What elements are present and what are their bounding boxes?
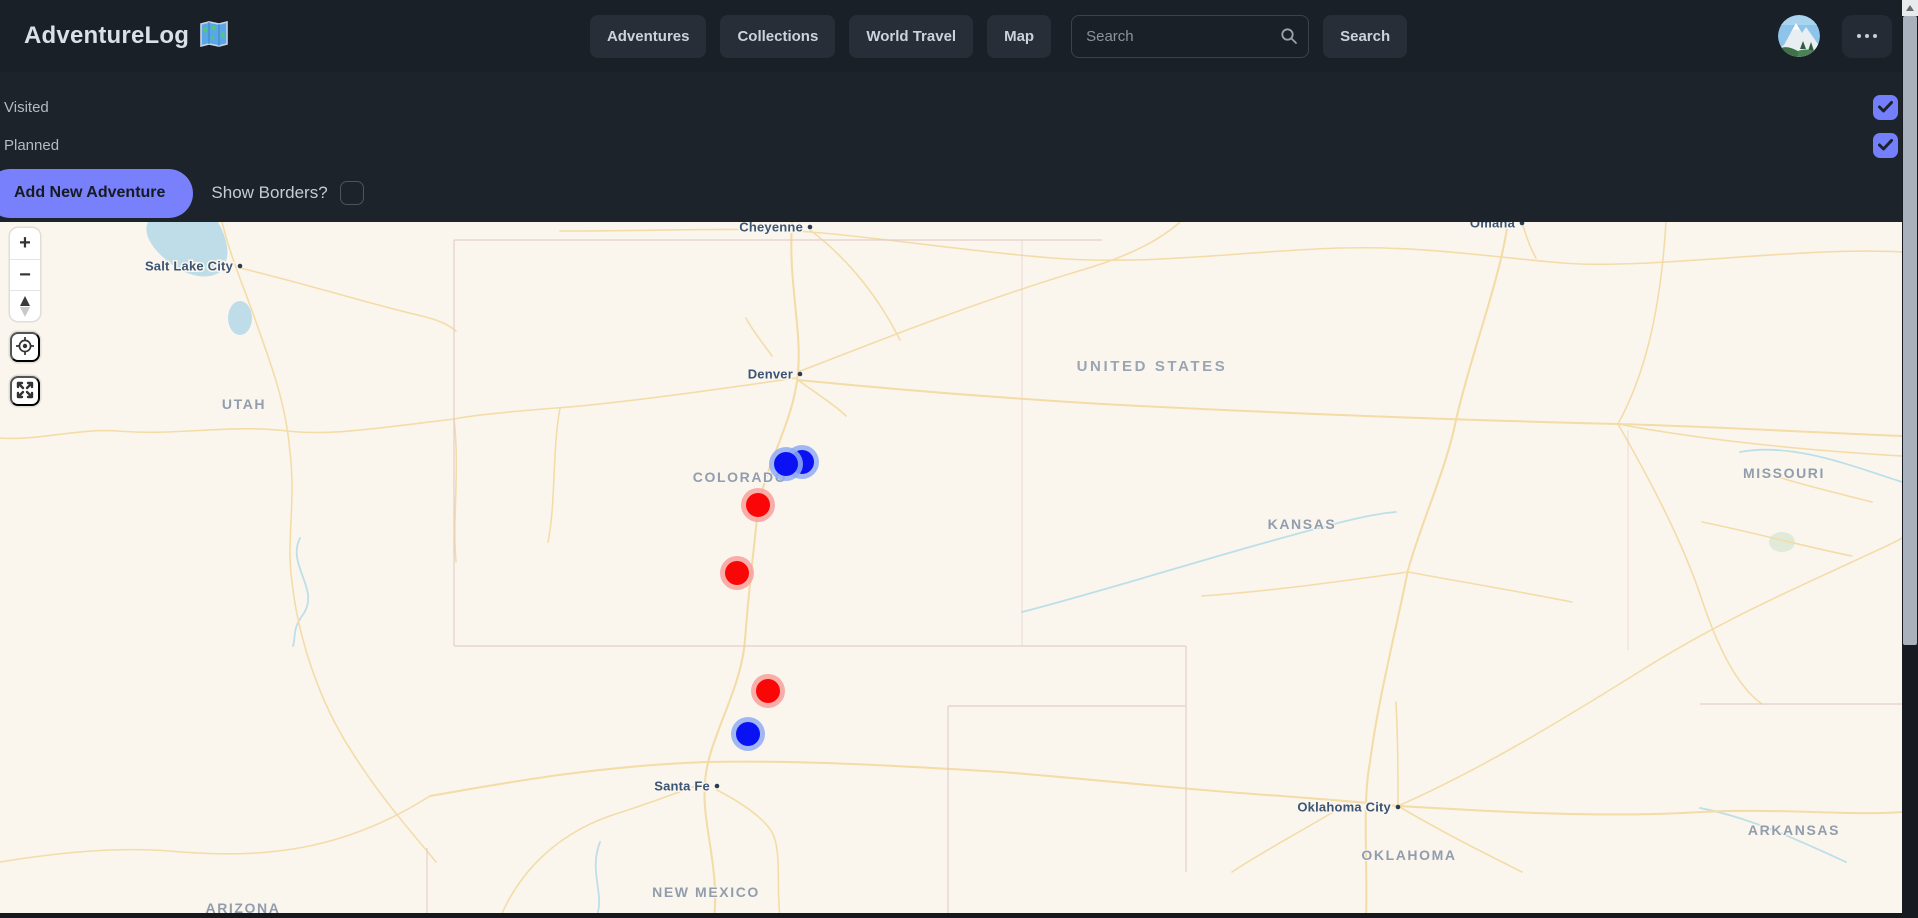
zoom-out-button[interactable]: − xyxy=(10,259,40,290)
adventure-marker-visited[interactable] xyxy=(720,556,754,590)
visited-label: Visited xyxy=(4,99,49,116)
show-borders-label: Show Borders? xyxy=(211,183,327,203)
nav-menu: Adventures Collections World Travel Map Sea… xyxy=(590,15,1407,58)
world-map-emoji-icon xyxy=(199,21,229,52)
filter-panel: Visited Planned Add New Adventure Show B… xyxy=(0,72,1918,222)
marker-layer xyxy=(0,222,1902,913)
search-button[interactable]: Search xyxy=(1323,15,1407,58)
checkmark-icon xyxy=(1878,139,1893,151)
ellipsis-icon xyxy=(1857,34,1877,38)
map-actions-row: Add New Adventure Show Borders? xyxy=(0,164,1918,222)
checkmark-icon xyxy=(1878,101,1893,113)
more-menu-button[interactable] xyxy=(1842,15,1892,58)
scroll-up-button[interactable] xyxy=(1902,0,1918,16)
fullscreen-button[interactable] xyxy=(10,376,40,406)
adventure-marker-visited[interactable] xyxy=(741,488,775,522)
navbar-search xyxy=(1071,15,1309,58)
visited-filter-row: Visited xyxy=(0,88,1918,126)
brand[interactable]: AdventureLog xyxy=(24,21,229,52)
marker-core xyxy=(756,679,780,703)
geolocate-button[interactable] xyxy=(10,332,40,362)
planned-label: Planned xyxy=(4,137,59,154)
show-borders-checkbox[interactable] xyxy=(340,181,364,205)
marker-core xyxy=(774,452,798,476)
visited-checkbox[interactable] xyxy=(1873,95,1898,120)
navbar-right xyxy=(1778,15,1892,58)
marker-core xyxy=(736,722,760,746)
marker-core xyxy=(746,493,770,517)
adventure-marker-planned[interactable] xyxy=(731,717,765,751)
page-scrollbar[interactable] xyxy=(1902,0,1918,918)
compass-icon xyxy=(19,296,31,317)
adventure-marker-planned[interactable] xyxy=(769,447,803,481)
scrollbar-thumb[interactable] xyxy=(1903,16,1917,645)
nav-item-collections[interactable]: Collections xyxy=(720,15,835,58)
zoom-control-group: + − xyxy=(10,228,40,321)
marker-core xyxy=(725,561,749,585)
nav-item-map[interactable]: Map xyxy=(987,15,1051,58)
nav-item-world-travel[interactable]: World Travel xyxy=(849,15,973,58)
navbar: AdventureLog Adventures Collections World … xyxy=(0,0,1918,72)
avatar[interactable] xyxy=(1778,15,1820,57)
search-input[interactable] xyxy=(1071,15,1309,58)
nav-item-adventures[interactable]: Adventures xyxy=(590,15,707,58)
triangle-up-icon xyxy=(1906,5,1914,11)
zoom-in-button[interactable]: + xyxy=(10,228,40,259)
compass-button[interactable] xyxy=(10,290,40,321)
geolocate-icon xyxy=(15,336,35,359)
add-new-adventure-button[interactable]: Add New Adventure xyxy=(0,169,193,218)
adventure-marker-visited[interactable] xyxy=(751,674,785,708)
brand-title: AdventureLog xyxy=(24,22,189,50)
fullscreen-icon xyxy=(15,380,35,403)
planned-checkbox[interactable] xyxy=(1873,133,1898,158)
nav-items: Adventures Collections World Travel Map xyxy=(590,15,1051,58)
map-canvas[interactable]: CheyenneSalt Lake CityOmahaDenverSanta F… xyxy=(0,222,1902,913)
planned-filter-row: Planned xyxy=(0,126,1918,164)
